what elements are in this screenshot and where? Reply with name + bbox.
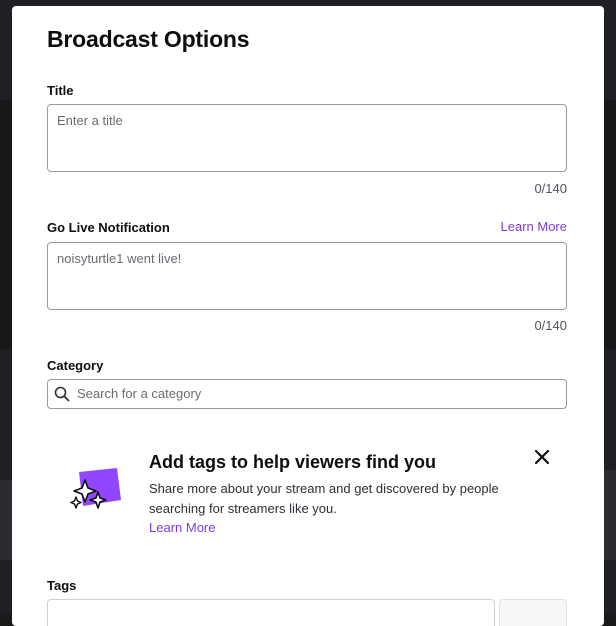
tags-promo-learn-more-link[interactable]: Learn More — [149, 520, 215, 535]
notification-label: Go Live Notification — [47, 220, 170, 235]
title-label: Title — [47, 83, 74, 98]
notification-learn-more-link[interactable]: Learn More — [501, 219, 567, 234]
search-icon — [54, 386, 70, 402]
title-textarea[interactable]: Enter a title — [47, 104, 567, 172]
tags-label: Tags — [47, 578, 77, 593]
tags-promo-title: Add tags to help viewers find you — [149, 452, 437, 472]
notification-textarea[interactable]: noisyturtle1 went live! — [47, 242, 567, 310]
tags-promo-description: Share more about your stream and get dis… — [149, 481, 499, 516]
category-label: Category — [47, 358, 104, 373]
category-search-placeholder: Search for a category — [77, 386, 202, 401]
modal-title: Broadcast Options — [47, 26, 250, 52]
notification-char-counter: 0/140 — [534, 318, 567, 333]
tags-promo-banner: Add tags to help viewers find you Share … — [47, 436, 577, 546]
broadcast-options-modal: Broadcast Options Title Enter a title 0/… — [12, 6, 604, 626]
category-search-input[interactable]: Search for a category — [47, 379, 567, 409]
title-char-counter: 0/140 — [534, 181, 567, 196]
close-icon[interactable] — [533, 448, 551, 466]
sparkle-tag-icon — [70, 468, 121, 509]
notification-placeholder: noisyturtle1 went live! — [57, 251, 182, 266]
title-placeholder: Enter a title — [57, 113, 123, 128]
